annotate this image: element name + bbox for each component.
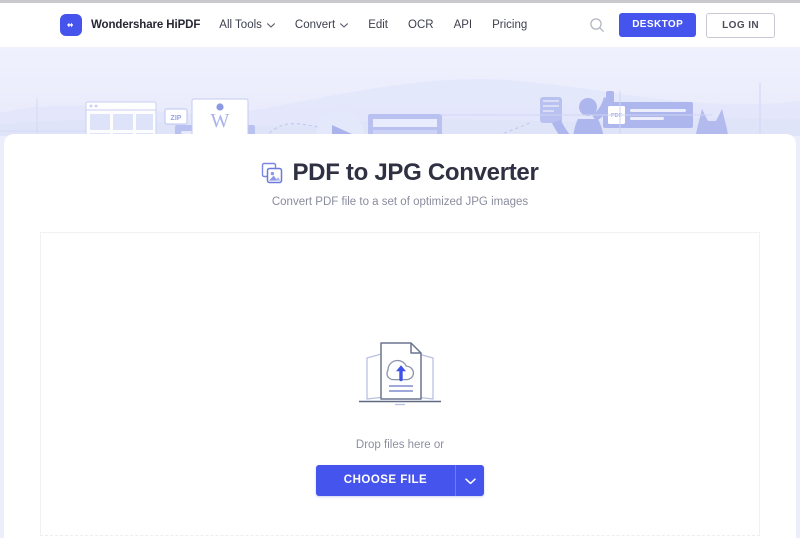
wondershare-logo-icon <box>60 14 82 36</box>
nav-item-ocr[interactable]: OCR <box>408 19 434 31</box>
svg-text:PDF: PDF <box>611 113 623 119</box>
choose-file-control: CHOOSE FILE <box>315 465 485 496</box>
svg-text:W: W <box>211 110 230 132</box>
navbar-actions: DESKTOP LOG IN <box>584 3 800 47</box>
nav-item-label: API <box>453 19 473 31</box>
top-navbar: Wondershare HiPDF All Tools Convert Edit… <box>0 3 800 47</box>
nav-item-pricing[interactable]: Pricing <box>492 19 527 31</box>
page-root: Wondershare HiPDF All Tools Convert Edit… <box>0 0 800 538</box>
chevron-down-icon <box>340 19 349 31</box>
brand-home-link[interactable]: Wondershare HiPDF <box>60 14 200 36</box>
nav-item-label: OCR <box>408 19 434 31</box>
file-dropzone[interactable]: Drop files here or CHOOSE FILE <box>40 232 760 536</box>
page-title: PDF to JPG Converter <box>4 159 796 187</box>
choose-file-button[interactable]: CHOOSE FILE <box>315 465 456 496</box>
hero-banner: ZIP W X <box>0 47 800 136</box>
search-icon[interactable] <box>584 12 610 38</box>
desktop-button[interactable]: DESKTOP <box>619 13 697 37</box>
nav-links: All Tools Convert Edit OCR API Pricing <box>219 19 547 31</box>
nav-item-label: All Tools <box>219 19 262 31</box>
nav-item-convert[interactable]: Convert <box>294 19 349 31</box>
login-button[interactable]: LOG IN <box>706 12 775 38</box>
choose-file-dropdown-button[interactable] <box>455 465 485 496</box>
page-subtitle: Convert PDF file to a set of optimized J… <box>271 196 529 208</box>
pdf-to-jpg-image-icon <box>261 162 283 184</box>
svg-text:ZIP: ZIP <box>171 115 182 122</box>
brand-name: Wondershare HiPDF <box>91 19 201 31</box>
nav-item-label: Edit <box>368 19 389 31</box>
chevron-down-icon <box>464 472 476 490</box>
nav-item-label: Convert <box>294 19 336 31</box>
nav-item-edit[interactable]: Edit <box>368 19 388 31</box>
chevron-down-icon <box>266 19 275 31</box>
nav-item-all-tools[interactable]: All Tools <box>219 19 275 31</box>
content-card: PDF to JPG Converter Convert PDF file to… <box>4 134 796 538</box>
nav-item-label: Pricing <box>492 19 528 31</box>
document-conversion-banner-illustration: ZIP W X <box>0 47 800 136</box>
page-title-text: PDF to JPG Converter <box>292 159 539 186</box>
drop-files-label: Drop files here or <box>355 439 445 451</box>
nav-item-api[interactable]: API <box>454 19 473 31</box>
cloud-upload-documents-icon <box>355 336 445 412</box>
